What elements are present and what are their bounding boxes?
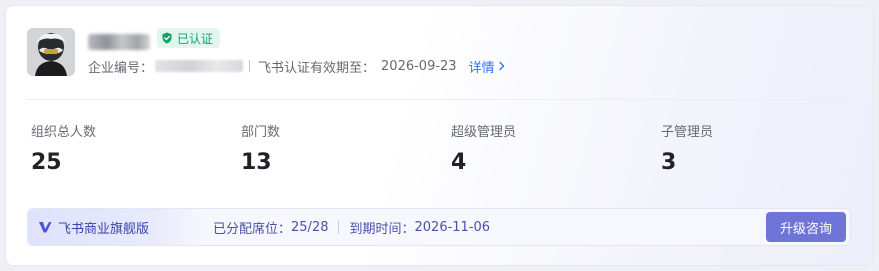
org-meta-row: 企业编号： 飞书认证有效期至： 2026-09-23 详情 [88, 57, 507, 76]
stat-total-members: 组织总人数 25 [31, 124, 96, 175]
stat-sub-admins: 子管理员 3 [661, 124, 713, 175]
org-name-redacted [88, 34, 150, 50]
verified-shield-icon [162, 32, 172, 44]
stat-departments: 部门数 13 [241, 124, 280, 175]
org-avatar [27, 28, 75, 76]
section-divider [27, 99, 852, 100]
org-code-label: 企业编号： [88, 60, 154, 76]
cert-valid-date: 2026-09-23 [381, 58, 457, 74]
verified-label: 已认证 [177, 31, 214, 46]
expire-date: 2026-11-06 [414, 219, 491, 235]
stat-label: 部门数 [241, 125, 281, 140]
seats-value: 25/28 [291, 219, 329, 235]
stat-label: 子管理员 [661, 125, 714, 140]
seat-info: 已分配席位： 25/28 到期时间： 2026-11-06 [213, 209, 490, 245]
stat-value: 25 [31, 150, 62, 175]
upgrade-consult-button[interactable]: 升级咨询 [766, 212, 846, 242]
meta-separator [249, 60, 251, 72]
stat-super-admins: 超级管理员 4 [451, 124, 516, 175]
plan-name: 飞书商业旗舰版 [58, 221, 150, 237]
detail-label: 详情 [468, 60, 495, 76]
stat-value: 4 [451, 150, 467, 175]
verified-badge: 已认证 [157, 28, 221, 48]
detail-link[interactable]: 详情 [469, 57, 507, 76]
org-code-redacted [155, 60, 244, 72]
stat-value: 3 [661, 150, 677, 175]
stat-value: 13 [241, 150, 272, 175]
stat-label: 超级管理员 [451, 125, 517, 140]
cert-valid-label: 飞书认证有效期至： [258, 60, 376, 76]
expire-label: 到期时间： [349, 221, 415, 237]
plan-tag: 飞书商业旗舰版 [28, 209, 206, 245]
org-info-card: 已认证 企业编号： 飞书认证有效期至： 2026-09-23 详情 组织总人数 … [5, 5, 874, 266]
chevron-right-icon [498, 61, 504, 71]
stat-label: 组织总人数 [31, 125, 97, 140]
seat-separator [338, 220, 340, 234]
plan-v-icon [39, 222, 52, 233]
seats-label: 已分配席位： [213, 221, 292, 237]
plan-bar: 飞书商业旗舰版 已分配席位： 25/28 到期时间： 2026-11-06 升级… [27, 208, 851, 246]
